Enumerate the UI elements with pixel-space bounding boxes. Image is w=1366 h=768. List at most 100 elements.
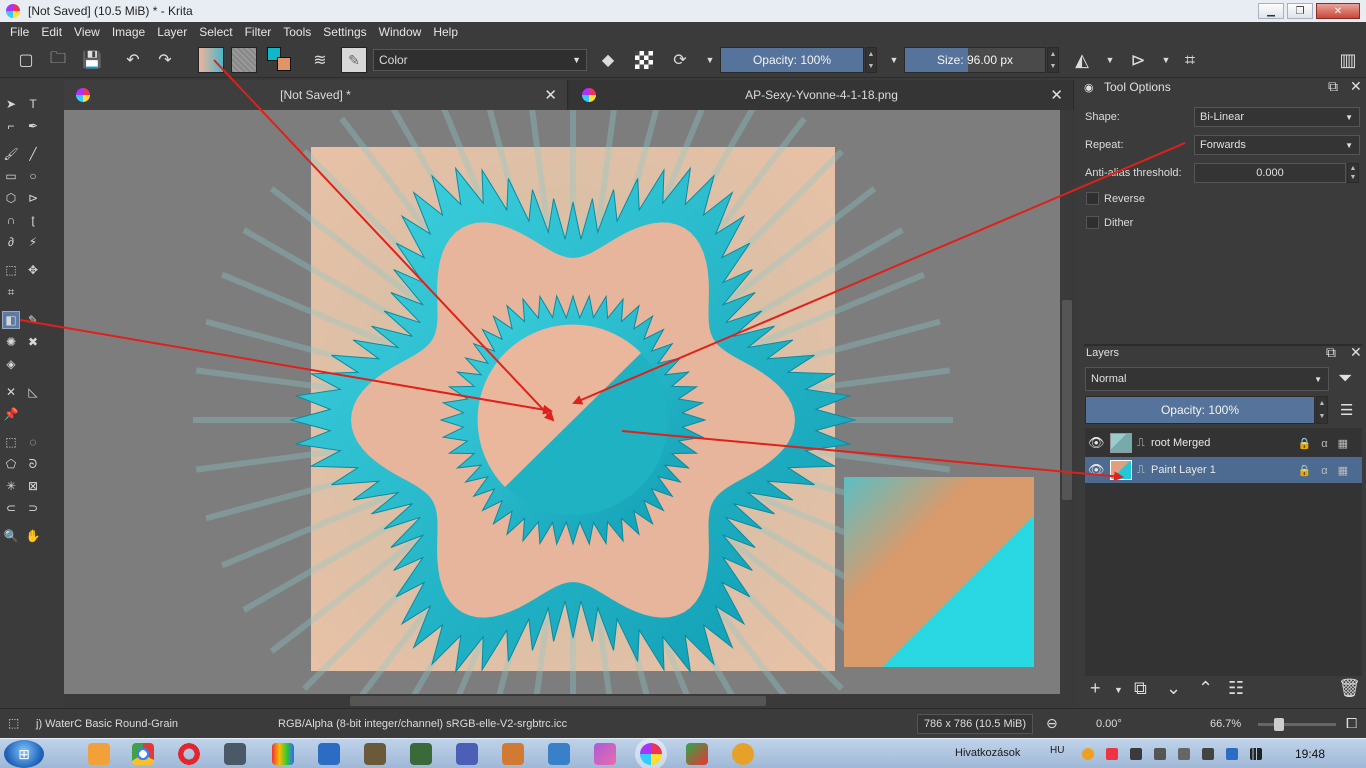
- paint-app-icon[interactable]: [272, 743, 294, 765]
- pan-tool-icon[interactable]: ✋: [24, 527, 42, 545]
- line-tool-icon[interactable]: ╱: [24, 145, 42, 163]
- repeat-dropdown[interactable]: Forwards ▼: [1194, 135, 1360, 155]
- layer-blend-mode-dropdown[interactable]: Normal ▼: [1085, 367, 1329, 391]
- select-shapes-tool-icon[interactable]: ➤: [2, 95, 20, 113]
- magnetic-selection-tool-icon[interactable]: ⊃: [24, 499, 42, 517]
- save-icon[interactable]: 💾: [80, 48, 104, 72]
- canvas-artwork[interactable]: [64, 110, 1060, 694]
- reload-dropdown-chevron-icon[interactable]: ▼: [698, 48, 722, 72]
- zoom-slider[interactable]: [1258, 718, 1336, 731]
- layer-row-paint-layer-1[interactable]: 👁 ⎍ Paint Layer 1 🔒α▦: [1085, 457, 1362, 483]
- tray-links-label[interactable]: Hivatkozások: [955, 747, 1020, 759]
- close-docker-icon[interactable]: ✕: [1350, 78, 1362, 95]
- menu-image[interactable]: Image: [106, 25, 151, 39]
- redo-icon[interactable]: ↷: [153, 48, 177, 72]
- open-folder-icon[interactable]: 🗀: [46, 48, 70, 72]
- menu-layer[interactable]: Layer: [151, 25, 193, 39]
- freehand-brush-tool-icon[interactable]: 🖌: [2, 145, 20, 163]
- close-tab-icon[interactable]: ✕: [544, 86, 557, 104]
- horizontal-scrollbar[interactable]: [64, 694, 1060, 708]
- camera-app-icon[interactable]: [224, 743, 246, 765]
- bezier-selection-tool-icon[interactable]: ⊂: [2, 499, 20, 517]
- rectangle-tool-icon[interactable]: ▭: [2, 167, 20, 185]
- mirror-horizontal-chevron-icon[interactable]: ▼: [1098, 48, 1122, 72]
- crop-tool-icon[interactable]: ⌗: [2, 283, 20, 301]
- tab-ap-sexy-yvonne[interactable]: AP-Sexy-Yvonne-4-1-18.png ✕: [570, 80, 1074, 110]
- smart-patch-tool-icon[interactable]: ✖: [24, 333, 42, 351]
- freehand-path-tool-icon[interactable]: ʈ: [24, 211, 42, 229]
- maximize-button[interactable]: ❐: [1287, 3, 1313, 19]
- colorize-mask-tool-icon[interactable]: ✺: [2, 333, 20, 351]
- brush-preset-icon[interactable]: ✎: [341, 47, 367, 73]
- tray-network-signal-icon[interactable]: [1250, 748, 1262, 760]
- layer-opacity-spinner[interactable]: ▲ ▼: [1316, 396, 1328, 424]
- tray-volume-icon[interactable]: [1130, 748, 1142, 760]
- layer-lock-alpha-icons[interactable]: 🔒α▦: [1298, 437, 1358, 450]
- eraser-icon[interactable]: ◆: [596, 48, 620, 72]
- layer-opacity-slider[interactable]: Opacity: 100%: [1085, 396, 1315, 424]
- tray-flag-icon[interactable]: [1154, 748, 1166, 760]
- undo-icon[interactable]: ↶: [121, 48, 145, 72]
- utility-app-icon[interactable]: [410, 743, 432, 765]
- display-app-icon[interactable]: [456, 743, 478, 765]
- tray-language[interactable]: HU: [1050, 745, 1064, 756]
- minimize-button[interactable]: ▁: [1258, 3, 1284, 19]
- vertical-scrollbar[interactable]: [1060, 110, 1074, 694]
- polygonal-selection-tool-icon[interactable]: ⬠: [2, 455, 20, 473]
- measure-tool-icon[interactable]: ◺: [24, 383, 42, 401]
- brush-preset-status-icon[interactable]: ⬚: [8, 716, 19, 730]
- gradient-tool-icon[interactable]: ◧: [2, 311, 20, 329]
- chrome-icon[interactable]: [132, 743, 154, 765]
- similar-color-selection-tool-icon[interactable]: ⊠: [24, 477, 42, 495]
- size-spinner[interactable]: ▲ ▼: [1047, 47, 1059, 73]
- menu-help[interactable]: Help: [427, 25, 464, 39]
- tray-printer-icon[interactable]: [1202, 748, 1214, 760]
- visibility-eye-icon[interactable]: 👁: [1088, 462, 1105, 478]
- canvas[interactable]: [64, 110, 1060, 694]
- menu-select[interactable]: Select: [193, 25, 238, 39]
- ellipse-tool-icon[interactable]: ○: [24, 167, 42, 185]
- fullscreen-icon[interactable]: ⧠: [1346, 715, 1357, 732]
- opacity-spinner[interactable]: ▲ ▼: [865, 47, 877, 73]
- start-button[interactable]: ⊞: [4, 740, 44, 768]
- close-layers-docker-icon[interactable]: ✕: [1350, 344, 1362, 361]
- add-layer-chevron-icon[interactable]: ▼: [1114, 685, 1123, 695]
- preserve-alpha-icon[interactable]: [632, 48, 656, 72]
- game-app-icon[interactable]: [364, 743, 386, 765]
- zoom-slider-handle[interactable]: [1274, 718, 1284, 731]
- move-layer-up-icon[interactable]: ⌃: [1198, 678, 1213, 699]
- mirror-horizontal-icon[interactable]: ◭: [1070, 48, 1094, 72]
- tray-update-icon[interactable]: [1082, 748, 1094, 760]
- tray-clock[interactable]: 19:48: [1295, 747, 1325, 761]
- gradient-preset-swatch[interactable]: [198, 47, 224, 73]
- tray-antivirus-icon[interactable]: [1106, 748, 1118, 760]
- opera-icon[interactable]: [178, 743, 200, 765]
- zoom-tool-icon[interactable]: 🔍: [2, 527, 20, 545]
- menu-tools[interactable]: Tools: [277, 25, 317, 39]
- transform-tool-icon[interactable]: ⬚: [2, 261, 20, 279]
- tab-not-saved[interactable]: [Not Saved] * ✕: [64, 80, 568, 110]
- dynamic-brush-tool-icon[interactable]: ∂: [2, 233, 20, 251]
- mirror-vertical-icon[interactable]: ⊳: [1126, 48, 1150, 72]
- reverse-checkbox[interactable]: [1086, 192, 1099, 205]
- multibrush-tool-icon[interactable]: ⚡: [24, 233, 42, 251]
- blend-mode-dropdown[interactable]: Color ▼: [373, 49, 587, 71]
- calligraphy-tool-icon[interactable]: ✒: [24, 117, 42, 135]
- opacity-slider[interactable]: Opacity: 100%: [720, 47, 864, 73]
- add-layer-icon[interactable]: +: [1090, 678, 1101, 699]
- brush-settings-icon[interactable]: ≋: [308, 48, 332, 72]
- menu-filter[interactable]: Filter: [239, 25, 278, 39]
- network-app-icon[interactable]: [548, 743, 570, 765]
- polygon-tool-icon[interactable]: ⬡: [2, 189, 20, 207]
- float-docker-icon[interactable]: ⧉: [1328, 78, 1338, 95]
- bezier-curve-tool-icon[interactable]: ∩: [2, 211, 20, 229]
- close-window-button[interactable]: ✕: [1316, 3, 1360, 19]
- rotation-icon[interactable]: ⊖: [1046, 715, 1058, 732]
- menu-file[interactable]: File: [4, 25, 35, 39]
- duplicate-layer-icon[interactable]: ⧉: [1134, 678, 1147, 699]
- tool-app-icon[interactable]: [502, 743, 524, 765]
- opacity-dropdown-chevron-icon[interactable]: ▼: [882, 48, 906, 72]
- polyline-tool-icon[interactable]: ⊳: [24, 189, 42, 207]
- office-app-icon[interactable]: [686, 743, 708, 765]
- move-tool-icon[interactable]: ✥: [24, 261, 42, 279]
